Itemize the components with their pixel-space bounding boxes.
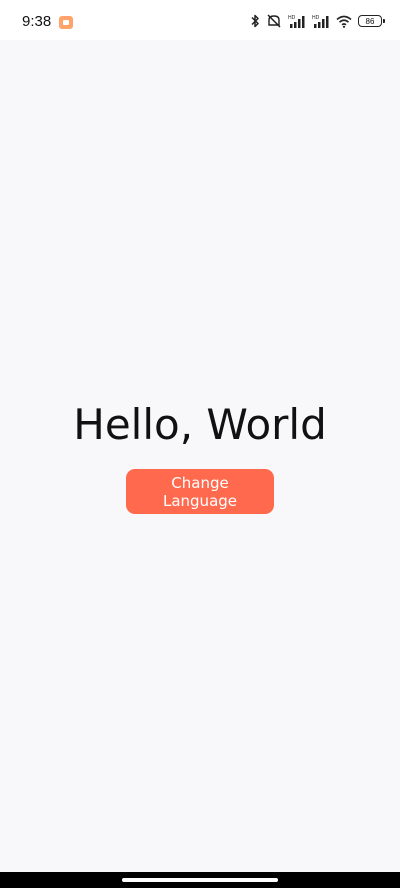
status-time: 9:38 bbox=[22, 13, 52, 30]
change-language-button[interactable]: Change Language bbox=[126, 469, 274, 514]
home-indicator[interactable] bbox=[122, 878, 278, 882]
status-bar: 9:38 HD HD 86 bbox=[0, 0, 400, 40]
navigation-bar bbox=[0, 872, 400, 888]
video-app-notification-icon bbox=[59, 16, 73, 29]
hd-badge: HD bbox=[288, 15, 296, 21]
battery-icon: 86 bbox=[358, 15, 385, 27]
app-content: Hello, World Change Language bbox=[0, 40, 400, 872]
hd-badge: HD bbox=[312, 15, 320, 21]
status-icons: HD HD 86 bbox=[250, 11, 385, 31]
signal-icon: HD bbox=[288, 14, 306, 28]
silent-icon bbox=[266, 14, 282, 28]
greeting-text: Hello, World bbox=[73, 400, 327, 449]
signal-icon: HD bbox=[312, 14, 330, 28]
wifi-icon bbox=[336, 15, 352, 28]
battery-level: 86 bbox=[365, 16, 375, 26]
bluetooth-icon bbox=[250, 14, 260, 28]
